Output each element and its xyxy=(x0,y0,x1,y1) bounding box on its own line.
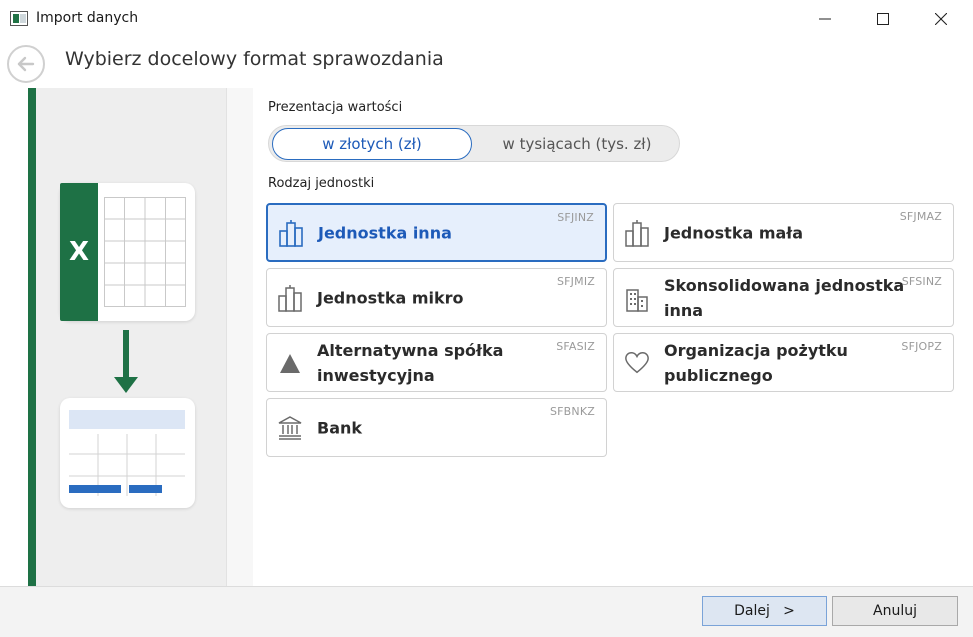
heart-icon xyxy=(624,349,650,377)
back-button[interactable] xyxy=(7,45,45,83)
report-card xyxy=(60,398,195,508)
buildings-icon xyxy=(278,219,304,247)
triangle-icon xyxy=(277,349,303,377)
arrow-left-icon xyxy=(17,56,35,72)
unit-card-code: SFJMIZ xyxy=(556,275,595,288)
city-icon xyxy=(624,284,650,312)
unit-card-code: SFJOPZ xyxy=(901,340,942,353)
unit-card-opp[interactable]: Organizacja pożytku publicznego SFJOPZ xyxy=(613,333,954,392)
buildings-icon xyxy=(624,219,650,247)
bank-icon xyxy=(277,414,303,442)
unit-card-jednostka-mikro[interactable]: Jednostka mikro SFJMIZ xyxy=(266,268,607,327)
unit-card-label: Jednostka inna xyxy=(318,223,452,242)
minimize-icon xyxy=(819,18,831,20)
cancel-button[interactable]: Anuluj xyxy=(832,596,958,626)
accent-bar xyxy=(28,88,36,586)
unit-card-jednostka-mala[interactable]: Jednostka mała SFJMAZ xyxy=(613,203,954,262)
illustration-divider xyxy=(226,88,253,586)
unit-card-code: SFSINZ xyxy=(901,275,942,288)
unit-card-code: SFASIZ xyxy=(556,340,595,353)
unit-card-label: Alternatywna spółka inwestycyjna xyxy=(317,340,504,385)
unit-card-code: SFJINZ xyxy=(557,211,594,224)
illustration-background xyxy=(36,88,226,586)
app-icon xyxy=(10,11,28,26)
next-button[interactable]: Dalej > xyxy=(702,596,827,626)
unit-card-label: Organizacja pożytku publicznego xyxy=(664,340,848,385)
presentation-label: Prezentacja wartości xyxy=(268,100,403,115)
unit-card-skonsolidowana[interactable]: Skonsolidowana jednostka inna SFSINZ xyxy=(613,268,954,327)
presentation-toggle: w złotych (zł) w tysiącach (tys. zł) xyxy=(268,125,680,162)
illustration-margin xyxy=(0,88,28,586)
spreadsheet-grid-icon xyxy=(104,197,186,307)
unit-type-label: Rodzaj jednostki xyxy=(268,176,375,191)
arrow-down-icon xyxy=(123,330,129,380)
close-icon xyxy=(935,13,947,25)
buildings-icon xyxy=(277,284,303,312)
report-table-icon xyxy=(69,410,185,496)
unit-card-jednostka-inna[interactable]: Jednostka inna SFJINZ xyxy=(266,203,607,262)
maximize-button[interactable] xyxy=(854,0,912,38)
page-title: Wybierz docelowy format sprawozdania xyxy=(65,48,444,70)
unit-card-bank[interactable]: Bank SFBNKZ xyxy=(266,398,607,457)
toggle-option-thousands[interactable]: w tysiącach (tys. zł) xyxy=(477,128,677,160)
unit-card-label: Jednostka mała xyxy=(664,223,804,242)
window-title: Import danych xyxy=(36,10,139,26)
unit-card-code: SFJMAZ xyxy=(899,210,942,223)
title-bar: Import danych xyxy=(0,0,973,38)
arrow-head-icon xyxy=(114,377,138,393)
footer-bar xyxy=(0,586,973,637)
excel-icon: X xyxy=(60,183,98,321)
toggle-option-pln[interactable]: w złotych (zł) xyxy=(272,128,472,160)
unit-card-label: Jednostka mikro xyxy=(317,288,464,307)
excel-letter: X xyxy=(68,237,90,267)
unit-card-label: Bank xyxy=(317,418,363,437)
minimize-button[interactable] xyxy=(796,0,854,38)
unit-card-alternatywna[interactable]: Alternatywna spółka inwestycyjna SFASIZ xyxy=(266,333,607,392)
unit-card-code: SFBNKZ xyxy=(549,405,595,418)
maximize-icon xyxy=(877,13,889,25)
close-button[interactable] xyxy=(912,0,970,38)
